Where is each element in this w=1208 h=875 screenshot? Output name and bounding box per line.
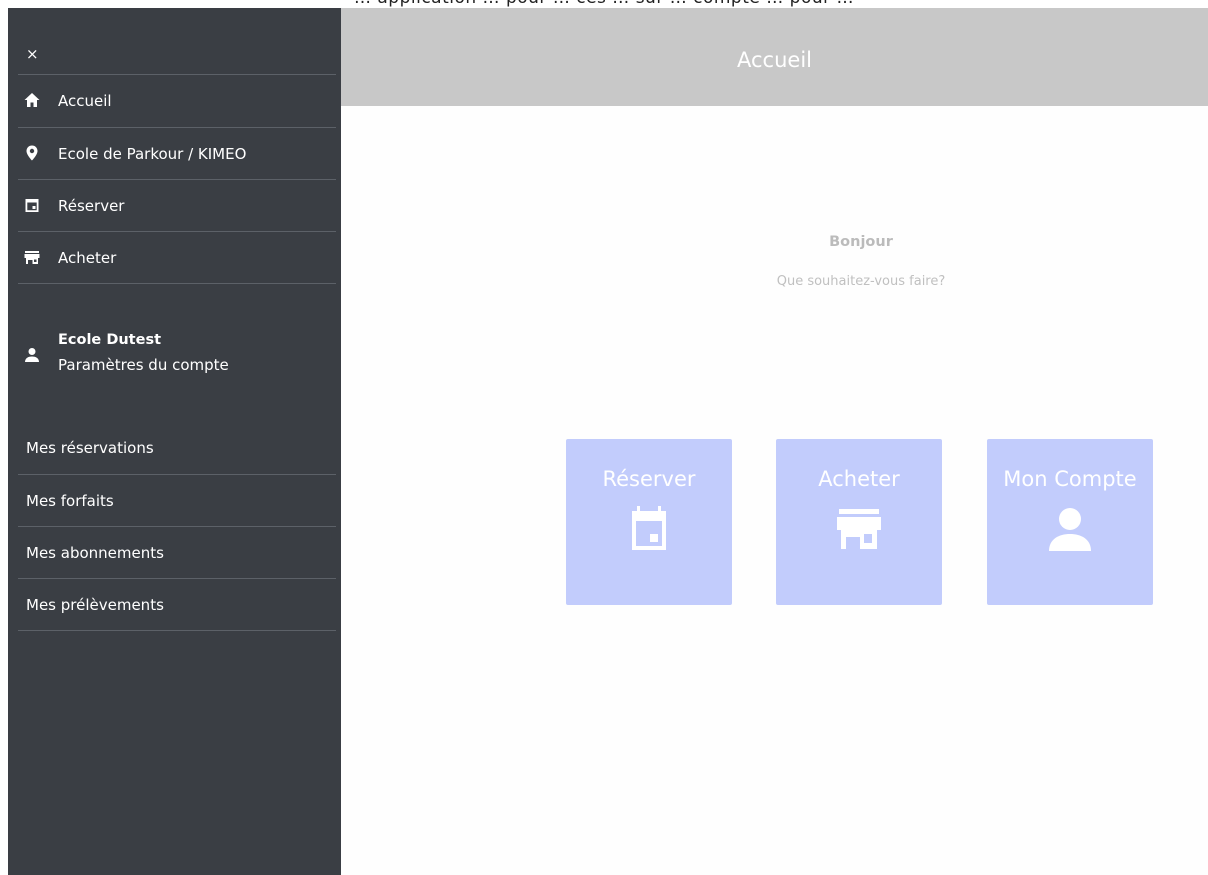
sidebar-item-reserver[interactable]: Réserver <box>18 180 336 231</box>
acheter-tile-button[interactable]: Acheter <box>776 439 942 605</box>
divider <box>18 283 336 284</box>
page-header: Accueil <box>341 8 1208 106</box>
sidebar-item-ecole[interactable]: Ecole de Parkour / KIMEO <box>18 128 336 179</box>
cropped-text: … application … pour … ces … sur … compt… <box>0 0 1208 8</box>
divider <box>18 630 336 631</box>
sidebar-item-mes-forfaits[interactable]: Mes forfaits <box>26 475 336 525</box>
location-pin-icon <box>26 145 38 161</box>
person-icon <box>25 348 39 362</box>
tile-label: Mon Compte <box>1003 467 1137 491</box>
account-settings-label: Paramètres du compte <box>58 356 229 374</box>
greeting-question: Que souhaitez-vous faire? <box>776 274 946 289</box>
sidebar: × Accueil Ecole de Parkour / KIMEO Réser… <box>8 8 341 875</box>
sidebar-item-accueil[interactable]: Accueil <box>18 75 336 126</box>
sidebar-item-mes-reservations[interactable]: Mes réservations <box>26 422 336 472</box>
top-cropped-text: … application … pour … ces … sur … compt… <box>0 0 1208 8</box>
reserver-tile-button[interactable]: Réserver <box>566 439 732 605</box>
calendar-icon <box>632 506 666 550</box>
sidebar-item-label: Ecole de Parkour / KIMEO <box>58 145 247 163</box>
account-settings-link[interactable]: Ecole Dutest Paramètres du compte <box>18 330 336 390</box>
person-icon <box>1049 508 1091 551</box>
home-icon <box>24 93 40 107</box>
sidebar-item-label: Réserver <box>58 197 125 215</box>
sidebar-item-mes-prelevements[interactable]: Mes prélèvements <box>26 579 336 629</box>
greeting-heading: Bonjour <box>829 234 893 250</box>
close-icon[interactable]: × <box>26 46 42 62</box>
sidebar-item-label: Accueil <box>58 92 112 110</box>
sidebar-item-label: Mes forfaits <box>26 492 114 510</box>
sidebar-item-label: Mes abonnements <box>26 544 164 562</box>
calendar-icon <box>25 199 39 212</box>
sidebar-item-label: Mes prélèvements <box>26 596 164 614</box>
sidebar-item-label: Mes réservations <box>26 439 154 457</box>
tile-label: Acheter <box>818 467 900 491</box>
sidebar-item-mes-abonnements[interactable]: Mes abonnements <box>26 527 336 577</box>
store-icon <box>24 251 40 264</box>
page-title: Accueil <box>737 48 812 72</box>
account-name: Ecole Dutest <box>58 332 162 348</box>
sidebar-item-acheter[interactable]: Acheter <box>18 232 336 283</box>
store-icon <box>837 509 881 549</box>
sidebar-item-label: Acheter <box>58 249 117 267</box>
tile-label: Réserver <box>602 467 696 491</box>
main-content: Accueil Bonjour Que souhaitez-vous faire… <box>341 8 1208 875</box>
mon-compte-tile-button[interactable]: Mon Compte <box>987 439 1153 605</box>
